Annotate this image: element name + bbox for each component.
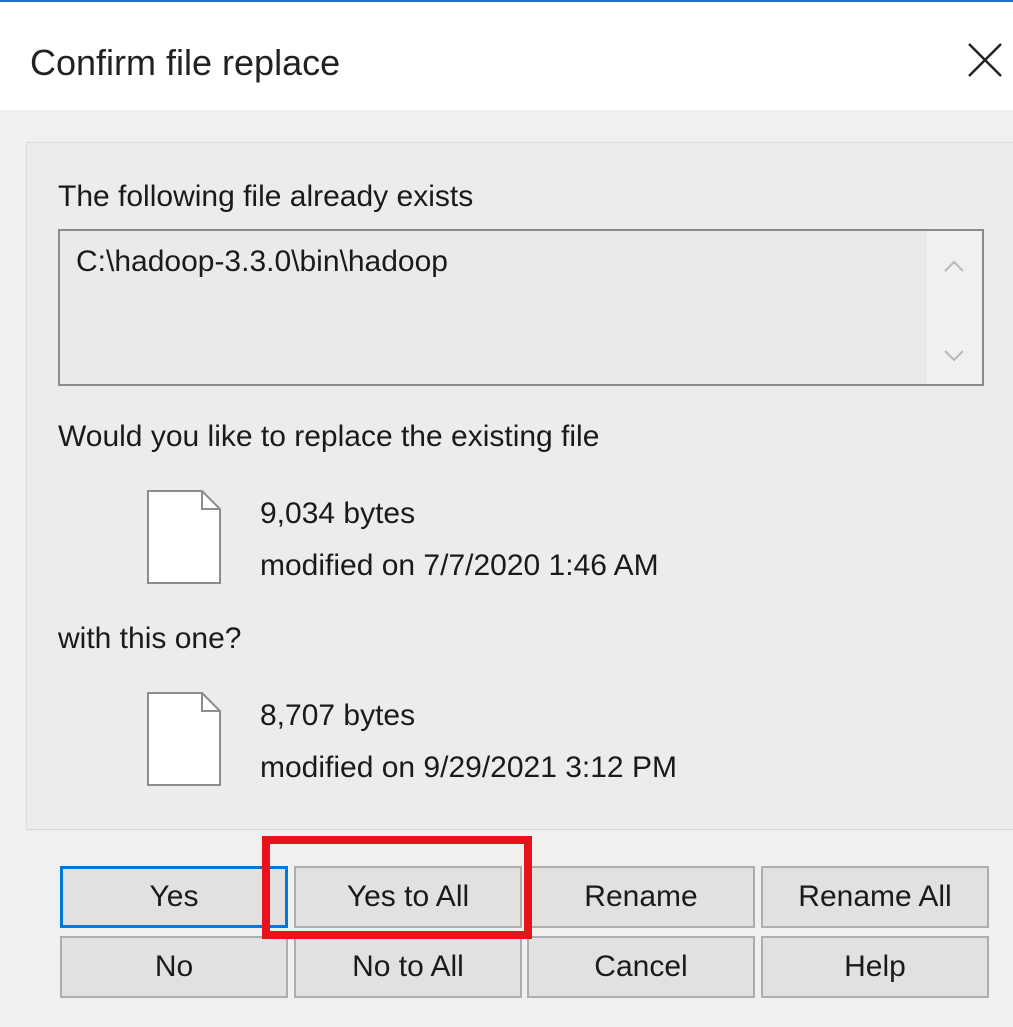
new-file-icon: [147, 692, 221, 786]
vertical-scrollbar[interactable]: [925, 231, 982, 384]
rename-button[interactable]: Rename: [527, 866, 755, 928]
yes-to-all-button[interactable]: Yes to All: [294, 866, 522, 928]
file-path: C:\hadoop-3.3.0\bin\hadoop: [76, 245, 448, 278]
new-file-size: 8,707 bytes: [260, 699, 416, 732]
existing-file-info: 9,034 bytes modified on 7/7/2020 1:46 AM: [260, 488, 659, 592]
help-button[interactable]: Help: [761, 936, 989, 998]
existing-file-icon: [147, 490, 221, 584]
cancel-button[interactable]: Cancel: [527, 936, 755, 998]
file-path-box[interactable]: C:\hadoop-3.3.0\bin\hadoop: [58, 229, 984, 386]
with-this-one-label: with this one?: [58, 622, 242, 655]
no-button[interactable]: No: [60, 936, 288, 998]
exists-label: The following file already exists: [58, 180, 474, 213]
no-to-all-button[interactable]: No to All: [294, 936, 522, 998]
dialog-title: Confirm file replace: [30, 42, 341, 83]
title-bar: Confirm file replace: [0, 2, 1013, 110]
yes-button[interactable]: Yes: [60, 866, 288, 928]
scroll-up-icon[interactable]: [942, 255, 966, 279]
new-file-info: 8,707 bytes modified on 9/29/2021 3:12 P…: [260, 690, 677, 794]
close-icon: [968, 43, 1002, 77]
existing-file-size: 9,034 bytes: [260, 497, 416, 530]
rename-all-button[interactable]: Rename All: [761, 866, 989, 928]
existing-file-modified: modified on 7/7/2020 1:46 AM: [260, 549, 659, 582]
scroll-down-icon[interactable]: [942, 343, 966, 367]
confirm-replace-dialog: Confirm file replace The following file …: [0, 0, 1013, 1027]
close-button[interactable]: [963, 38, 1007, 82]
new-file-modified: modified on 9/29/2021 3:12 PM: [260, 751, 677, 784]
replace-question: Would you like to replace the existing f…: [58, 420, 600, 453]
